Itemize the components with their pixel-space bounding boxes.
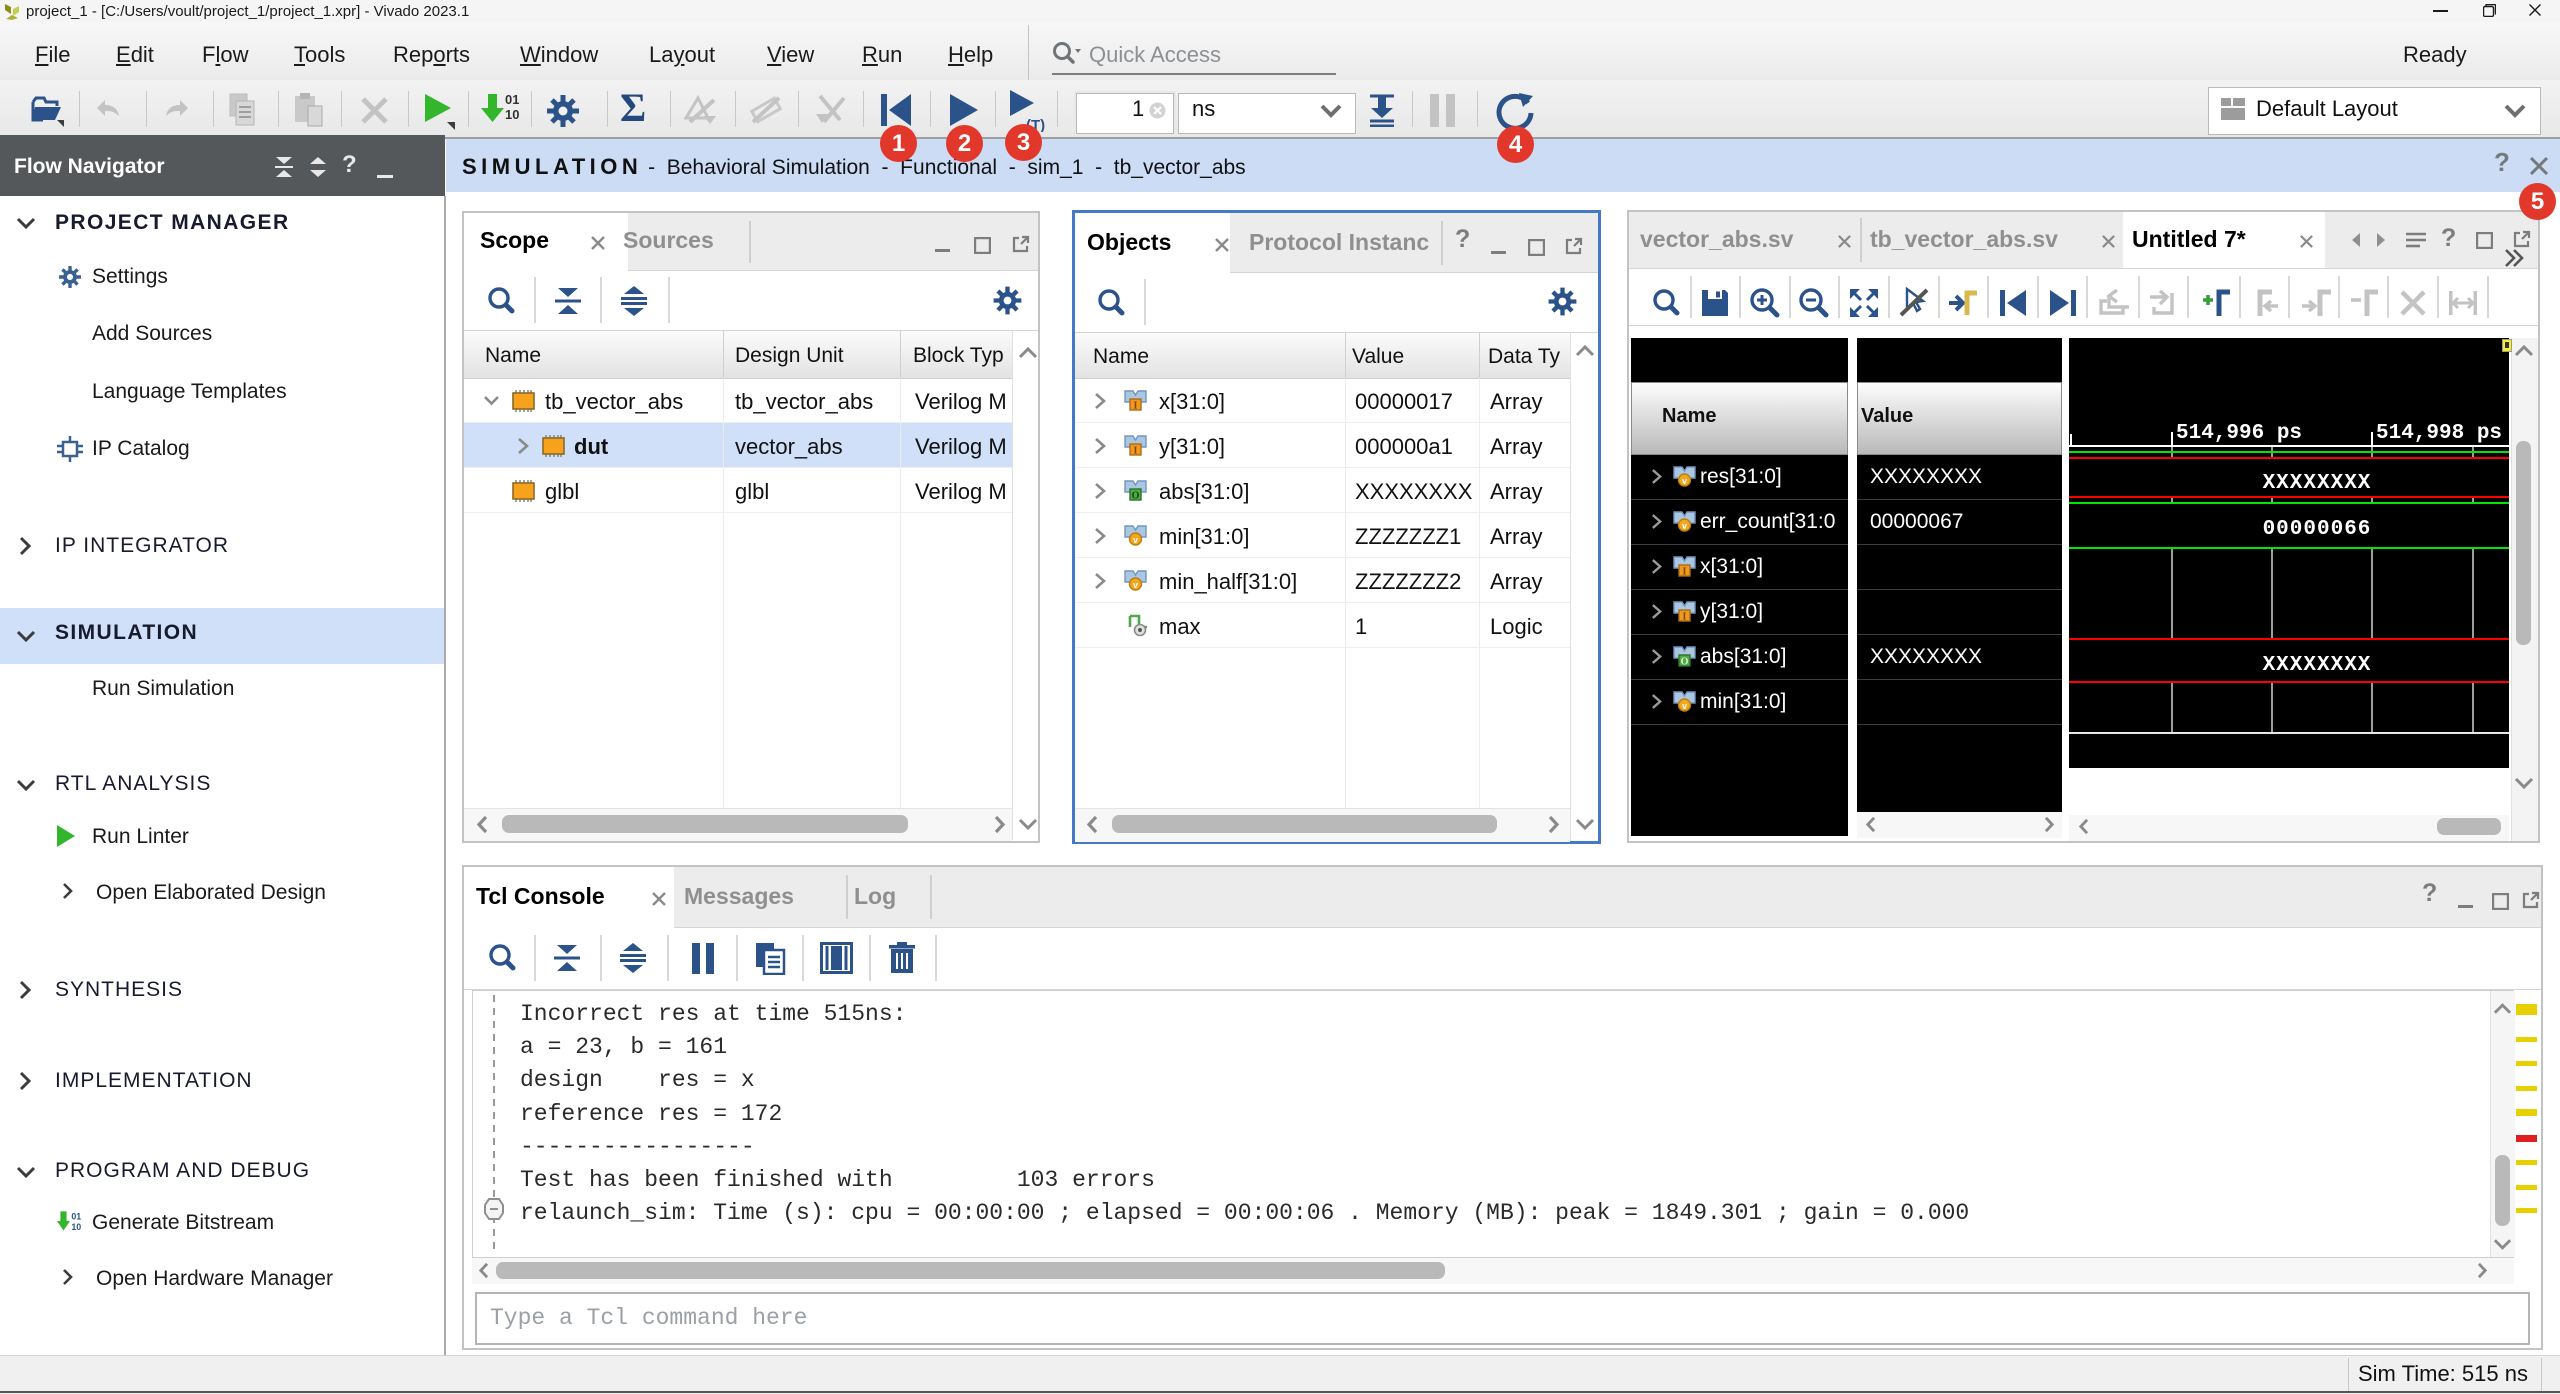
svg-text:v: v bbox=[1682, 521, 1687, 531]
svg-text:I: I bbox=[1134, 446, 1138, 457]
svg-text:01: 01 bbox=[71, 1212, 81, 1222]
svg-text:I: I bbox=[1683, 567, 1687, 578]
svg-text:01: 01 bbox=[505, 92, 519, 107]
svg-text:10: 10 bbox=[505, 107, 519, 122]
svg-text:v: v bbox=[1133, 535, 1138, 545]
svg-text:v: v bbox=[1682, 701, 1687, 711]
svg-text:O: O bbox=[1132, 491, 1140, 502]
svg-text:v: v bbox=[1682, 476, 1687, 486]
svg-text:O: O bbox=[1681, 657, 1689, 668]
svg-text:I: I bbox=[1134, 401, 1138, 412]
svg-text:v: v bbox=[1133, 580, 1138, 590]
svg-text:I: I bbox=[1683, 612, 1687, 623]
svg-text:10: 10 bbox=[71, 1222, 81, 1232]
